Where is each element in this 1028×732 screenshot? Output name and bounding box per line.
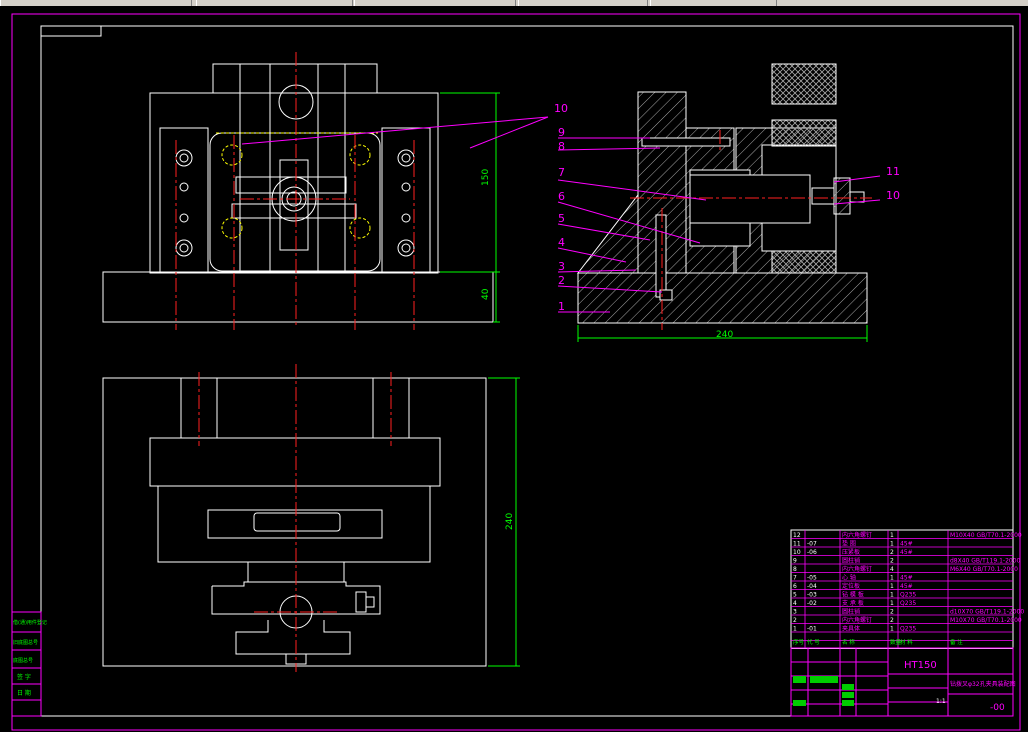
left-stamp (11, 611, 42, 717)
bom-cell-name: 钻 模 板 (842, 591, 864, 599)
part-label-10-front: 10 (554, 102, 568, 115)
bom-cell-qty: 1 (890, 575, 894, 582)
bom-cell-name: 内六角螺钉 (842, 531, 872, 539)
bom-cell-no: 11 (793, 541, 801, 548)
part-label-2: 2 (558, 274, 565, 287)
bom-cell-qty: 1 (890, 600, 894, 607)
bom-cell-std: M10X70 GB/T70.1-2000 (950, 617, 1022, 624)
bom-cell-material: Q235 (900, 626, 916, 633)
drawing-title: 钻拨叉φ32孔夹具装配图 (950, 680, 1016, 688)
top-view-dimension-240 (488, 377, 520, 667)
bom-cell-no: 6 (793, 583, 797, 590)
front-view (102, 63, 494, 323)
bom-cell-name: 压紧板 (842, 548, 860, 556)
bom-cell-name: 支 承 板 (842, 599, 864, 607)
bom-cell-qty: 1 (890, 592, 894, 599)
bom-cell-code: -07 (807, 541, 817, 548)
bom-cell-no: 1 (793, 626, 797, 633)
part-label-7: 7 (558, 166, 565, 179)
top-view-centerlines (198, 364, 392, 672)
part-label-10-right: 10 (886, 189, 900, 202)
bom-cell-qty: 1 (890, 583, 894, 590)
stamp-text-4: 签 字 (17, 673, 31, 681)
bom-cell-material: 45# (900, 549, 913, 556)
bom-cell-qty: 1 (890, 532, 894, 539)
bom-cell-qty: 4 (890, 566, 894, 573)
bom-cell-material: Q235 (900, 592, 916, 599)
bom-cell-std: M6X40 GB/T70.1-2000 (950, 566, 1018, 573)
bom-header-cell: 材 料 (900, 638, 913, 646)
bom-cell-no: 10 (793, 549, 801, 556)
bill-of-materials: 12 内六角螺钉 1 M10X40 GB/T70.1-200011 -07 垫 圈 1 45#… (790, 529, 1024, 649)
bom-cell-std: M10X40 GB/T70.1-2000 (950, 532, 1022, 539)
bom-cell-name: 圆柱销 (842, 557, 860, 565)
bom-cell-qty: 2 (890, 617, 894, 624)
bom-cell-qty: 2 (890, 549, 894, 556)
sheet-corner-box (40, 25, 102, 37)
stamp-text-5: 日 期 (17, 689, 31, 697)
bom-cell-no: 3 (793, 609, 797, 616)
bom-cell-material: 45# (900, 583, 913, 590)
bom-cell-no: 8 (793, 566, 797, 573)
bom-header-cell: 代 号 (807, 638, 820, 646)
material-title: HT150 (904, 660, 937, 671)
bom-cell-std: d10X70 GB/T119.1-2000 (950, 609, 1024, 616)
part-label-8: 8 (558, 140, 565, 153)
bom-cell-no: 2 (793, 617, 797, 624)
dimension-150-label: 150 (481, 169, 491, 186)
dimension-40-label: 40 (481, 288, 491, 300)
dimension-240-side-label: 240 (716, 330, 733, 340)
bom-cell-no: 9 (793, 558, 797, 565)
side-view (576, 63, 868, 324)
stamp-text-2: 旧底图总号 (13, 639, 38, 646)
part-label-4: 4 (558, 236, 565, 249)
bom-cell-no: 7 (793, 575, 797, 582)
bom-cell-name: 定位板 (842, 582, 860, 590)
scale-label: 1:1 (936, 698, 946, 705)
drawing-number: -00 (990, 703, 1005, 713)
bom-cell-no: 12 (793, 532, 801, 539)
bom-header-cell: 备 注 (950, 638, 963, 646)
bom-cell-std: d8X40 GB/T119.1-2000 (950, 558, 1021, 565)
bom-cell-qty: 2 (890, 558, 894, 565)
bom-cell-name: 内六角螺钉 (842, 616, 872, 624)
title-block-green-fills (793, 676, 854, 706)
bom-cell-code: -02 (807, 600, 817, 607)
bom-cell-code: -06 (807, 549, 817, 556)
dimension-240-top-label: 240 (505, 513, 515, 530)
bom-cell-code: -05 (807, 575, 817, 582)
bom-cell-name: 心 轴 (842, 574, 856, 582)
bom-cell-code: -04 (807, 583, 817, 590)
bom-cell-material: Q235 (900, 600, 916, 607)
bom-cell-qty: 2 (890, 609, 894, 616)
bom-cell-material: 45# (900, 541, 913, 548)
part-label-6: 6 (558, 190, 565, 203)
part-label-1: 1 (558, 300, 565, 313)
cad-drawing-canvas[interactable]: 150 40 10 240 9 8 7 6 5 4 3 2 1 11 10 24… (0, 6, 1028, 732)
bom-cell-no: 5 (793, 592, 797, 599)
part-label-11: 11 (886, 165, 900, 178)
bom-cell-name: 夹具体 (842, 625, 860, 633)
stamp-text-3: 底图总号 (13, 657, 33, 664)
bom-cell-name: 圆柱销 (842, 608, 860, 616)
part-label-9: 9 (558, 126, 565, 139)
bom-header-cell: 名 称 (842, 638, 855, 646)
bom-cell-name: 垫 圈 (842, 540, 856, 548)
bom-cell-code: -03 (807, 592, 817, 599)
bom-cell-qty: 1 (890, 541, 894, 548)
top-view (102, 377, 487, 667)
part-label-3: 3 (558, 260, 565, 273)
bom-cell-name: 内六角螺钉 (842, 565, 872, 573)
part-label-5: 5 (558, 212, 565, 225)
bom-cell-code: -01 (807, 626, 817, 633)
sheet-inner-border (40, 25, 1014, 717)
bom-header-cell: 序号 (793, 638, 805, 646)
stamp-text-1: 借(通)用件登记 (13, 619, 47, 626)
bom-cell-material: 45# (900, 575, 913, 582)
front-view-centerlines (175, 52, 415, 330)
front-view-dimension-150 (440, 92, 500, 323)
bom-cell-qty: 1 (890, 626, 894, 633)
bom-cell-no: 4 (793, 600, 797, 607)
